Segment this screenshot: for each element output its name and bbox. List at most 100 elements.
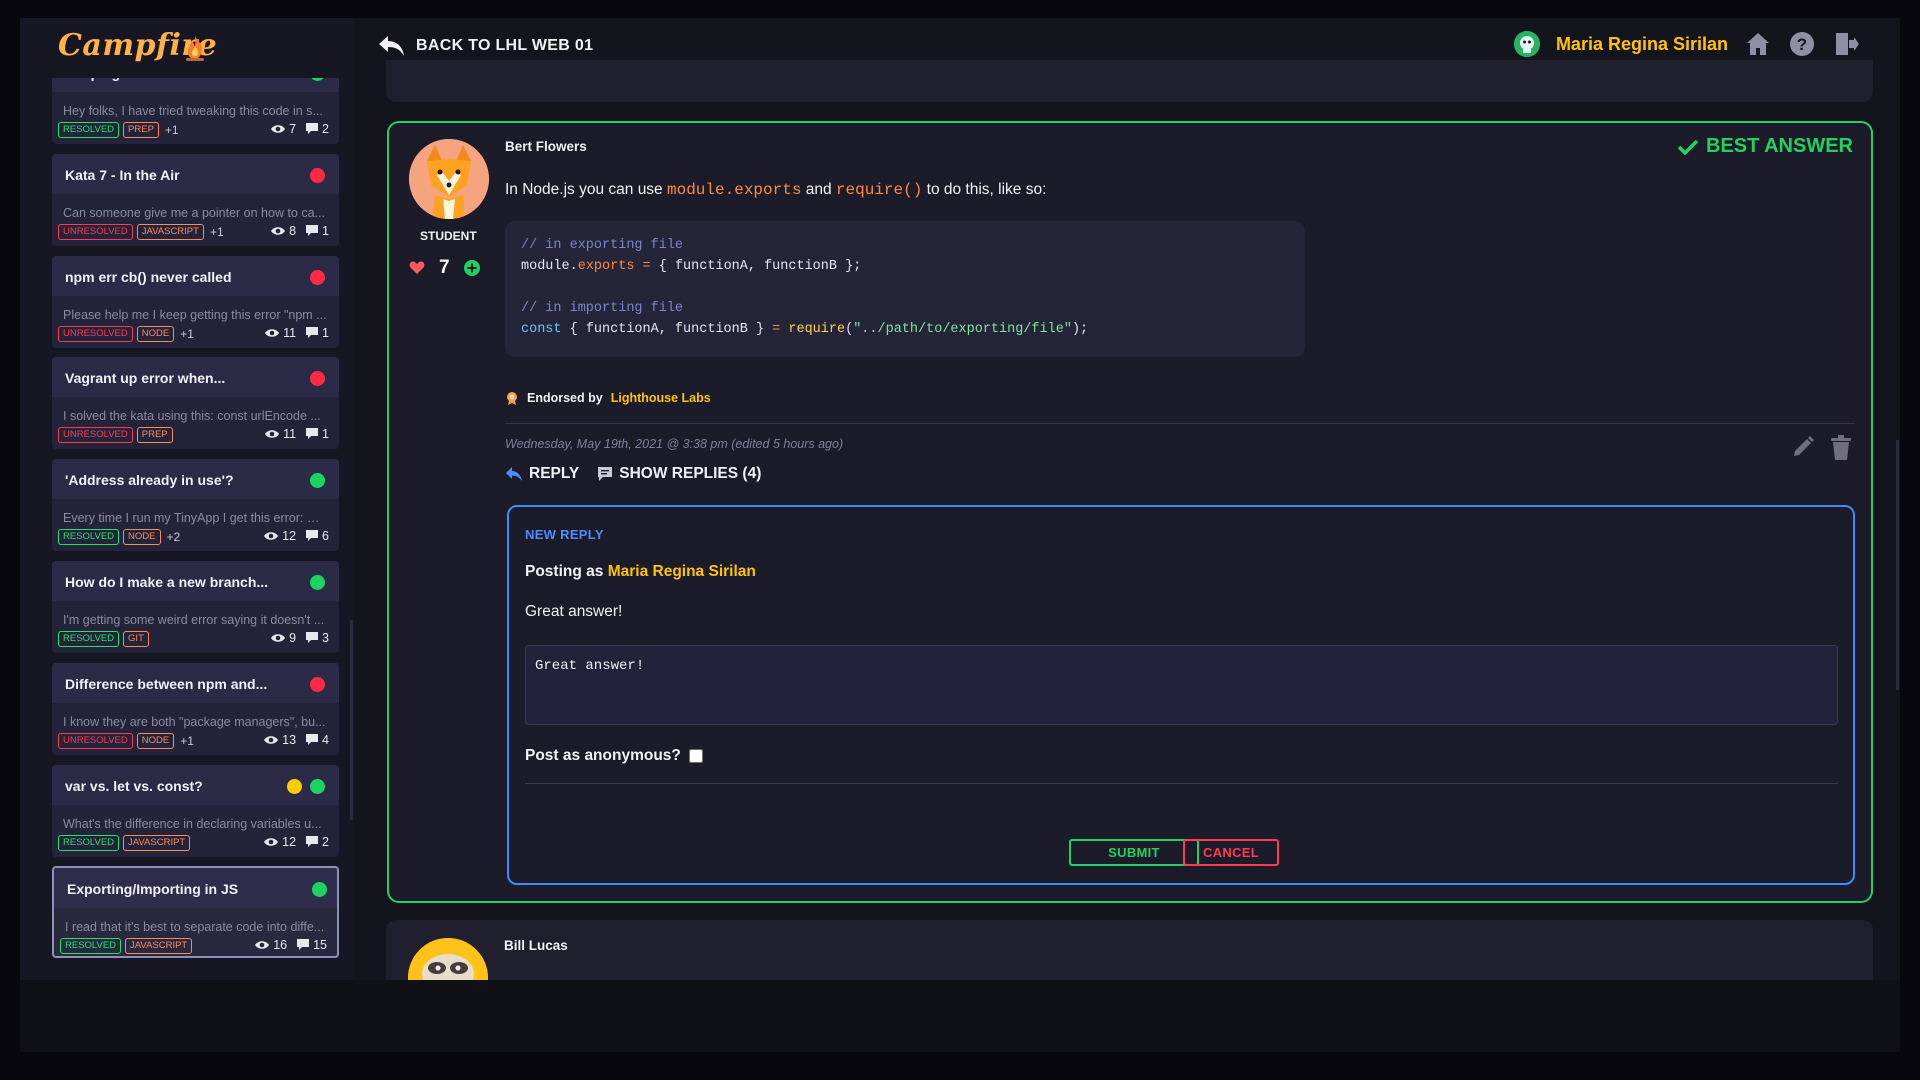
status-dot-yellow [287,778,302,794]
view-count: 8 [289,223,297,238]
reply-count: 1 [322,223,329,238]
answer-author[interactable]: Bert Flowers [505,139,587,154]
anonymous-option[interactable]: Post as anonymous? [525,747,703,765]
comment-icon [306,632,319,643]
topic-tag[interactable]: JAVASCRIPT [125,938,193,955]
user-avatar[interactable] [1513,31,1540,57]
question-card[interactable]: Exporting/Importing in JS I read that it'… [52,866,339,959]
best-answer-card: STUDENT 7 Bert Flowers BEST ANSWER In No… [387,121,1873,903]
cancel-button[interactable]: CANCEL [1183,839,1279,866]
question-card[interactable]: var vs. let vs. const? What's the differe… [52,764,339,857]
question-card[interactable]: Looping Hey folks, I have tried tweaking … [52,78,339,144]
status-tag[interactable]: RESOLVED [58,529,120,546]
question-tags: RESOLVED JAVASCRIPT [60,938,193,955]
question-card[interactable]: How do I make a new branch... I'm getting… [52,561,339,653]
question-tags: UNRESOLVED PREP [58,427,173,444]
more-tags-count: +1 [180,733,194,748]
question-excerpt: Please help me I keep getting this error… [63,307,327,322]
reply-count: 1 [322,427,329,442]
view-count: 13 [282,732,297,747]
question-tags: UNRESOLVED NODE +1 [58,732,194,749]
sidebar-scrollbar[interactable] [350,620,353,820]
status-tag[interactable]: UNRESOLVED [58,223,133,240]
answer-text-1: In Node.js you can use [505,181,667,198]
comment-icon [306,428,319,440]
status-tag[interactable]: UNRESOLVED [58,427,133,444]
question-title: Exporting/Importing in JS [67,881,239,898]
submit-button[interactable]: SUBMIT [1069,839,1199,866]
status-tag[interactable]: RESOLVED [60,938,122,955]
question-card[interactable]: 'Address already in use'? Every time I ru… [52,459,339,552]
comment-icon [306,224,319,236]
question-card[interactable]: npm err cb() never called Please help me … [52,255,339,348]
reply-textarea[interactable] [525,645,1838,725]
topic-tag[interactable]: JAVASCRIPT [136,223,204,240]
back-link[interactable]: BACK TO LHL WEB 01 [378,34,593,58]
question-title: Looping [65,78,120,81]
question-stats: 11 1 [265,427,329,441]
topic-tag[interactable]: PREP [136,427,173,444]
author-avatar[interactable] [409,139,489,219]
help-icon[interactable]: ? [1788,30,1816,58]
status-dot-red [310,676,325,692]
question-tags: UNRESOLVED NODE +1 [58,325,194,342]
reply-button[interactable]: REPLY [505,465,579,483]
question-card[interactable]: Kata 7 - In the Air Can someone give me a… [52,153,339,246]
next-post-author[interactable]: Bill Lucas [504,938,568,953]
svg-text:?: ? [1797,35,1807,54]
anonymous-checkbox[interactable] [688,749,703,763]
topic-tag[interactable]: NODE [136,732,175,749]
heart-icon[interactable] [409,261,425,275]
user-name[interactable]: Maria Regina Sirilan [1556,34,1728,55]
home-icon[interactable] [1744,30,1772,58]
question-card[interactable]: Vagrant up error when... I solved the kat… [52,357,339,450]
question-title: How do I make a new branch... [65,574,269,590]
topic-tag[interactable]: JAVASCRIPT [123,834,191,851]
posting-as: Posting as Maria Regina Sirilan [525,563,756,581]
reply-count: 2 [322,834,329,849]
anonymous-label: Post as anonymous? [525,747,681,764]
back-arrow-icon [379,36,404,56]
question-stats: 81 [271,224,329,238]
question-excerpt: I know they are both "package managers",… [63,714,326,729]
best-answer-label: BEST ANSWER [1705,135,1853,157]
status-tag[interactable]: UNRESOLVED [58,732,133,749]
view-count: 11 [283,427,297,442]
edit-pencil-icon[interactable] [1791,435,1815,459]
comment-icon [306,326,319,338]
posting-as-name: Maria Regina Sirilan [607,563,756,580]
show-replies-label: SHOW REPLIES (4) [619,465,762,482]
topic-tag[interactable]: NODE [136,325,175,342]
endorsed-by[interactable]: Lighthouse Labs [611,391,711,405]
status-tag[interactable]: RESOLVED [58,834,120,851]
topic-tag[interactable]: NODE [123,529,161,546]
more-tags-count: +1 [209,224,224,239]
main-scrollbar[interactable] [1896,440,1899,690]
eye-icon [265,328,280,337]
code-line-3: // in importing file [521,301,684,316]
eye-icon [271,634,286,642]
inline-code-1: module.exports [667,181,802,199]
status-tag[interactable]: UNRESOLVED [58,325,133,342]
topic-tag[interactable]: GIT [123,631,149,647]
status-dot-red [310,269,325,285]
eye-icon [255,941,270,950]
next-author-avatar[interactable] [408,938,488,980]
status-tag[interactable]: RESOLVED [58,631,120,647]
question-card[interactable]: Difference between npm and... I know they… [52,662,339,755]
show-replies-button[interactable]: SHOW REPLIES (4) [597,465,761,483]
answer-text-2: and [801,181,836,198]
delete-trash-icon[interactable] [1829,435,1853,461]
logout-icon[interactable] [1832,30,1860,58]
topic-tag[interactable]: PREP [123,122,159,138]
previous-post-card [386,60,1873,102]
sloth-avatar-icon [408,938,488,980]
question-title: 'Address already in use'? [65,472,234,489]
question-excerpt: I solved the kata using this: const urlE… [63,409,321,424]
vote-controls: 7 [409,257,480,279]
upvote-plus-icon[interactable] [463,260,480,276]
question-tags: UNRESOLVED JAVASCRIPT +1 [58,223,224,240]
endorsed-prefix: Endorsed by [527,391,603,405]
status-tag[interactable]: RESOLVED [58,122,120,138]
